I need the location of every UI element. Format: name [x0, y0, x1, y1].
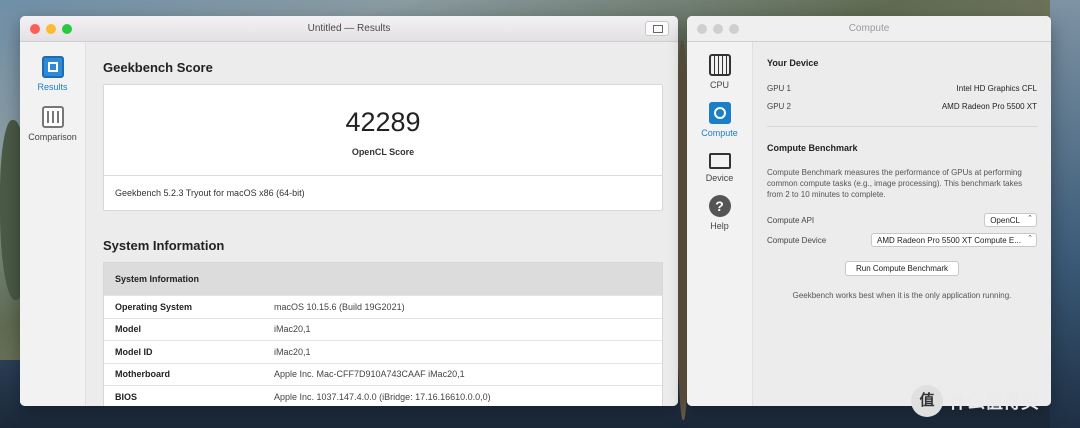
- row-value: Apple Inc. Mac-CFF7D910A743CAAF iMac20,1: [274, 369, 465, 380]
- compute-main: Your Device GPU 1 Intel HD Graphics CFL …: [753, 42, 1051, 406]
- comparison-icon: [41, 106, 64, 128]
- row-key: Operating System: [115, 301, 193, 312]
- results-sidebar: Results Comparison: [20, 42, 86, 406]
- compute-api-select[interactable]: OpenCL: [984, 213, 1037, 227]
- gpu1-label: GPU 1: [767, 84, 792, 93]
- sysinfo-table: System Information Operating System macO…: [103, 262, 663, 406]
- compute-device-select[interactable]: AMD Radeon Pro 5500 XT Compute E...: [871, 233, 1037, 247]
- traffic-lights: [30, 24, 72, 34]
- divider: [104, 175, 662, 176]
- sysinfo-section-title: System Information: [103, 238, 225, 253]
- table-row: Model ID iMac20,1: [104, 340, 662, 363]
- watermark: 值 什么值得买: [911, 385, 1039, 417]
- opencl-score-label: OpenCL Score: [351, 147, 415, 157]
- share-button[interactable]: [645, 21, 669, 36]
- compute-icon: [708, 102, 731, 124]
- benchmark-heading: Compute Benchmark: [767, 143, 858, 153]
- compute-api-label: Compute API: [767, 216, 815, 225]
- close-button[interactable]: [697, 24, 707, 34]
- zoom-button[interactable]: [729, 24, 739, 34]
- opencl-score-value: 42289: [345, 107, 421, 137]
- sidebar-item-label: Compute: [701, 128, 738, 138]
- compute-api-value: OpenCL: [990, 216, 1020, 225]
- row-key: Model: [115, 324, 141, 335]
- sidebar-item-label: Results: [37, 82, 68, 92]
- minimize-button[interactable]: [713, 24, 723, 34]
- sidebar-item-label: Help: [710, 221, 729, 231]
- status-note: Geekbench works best when it is the only…: [792, 291, 1012, 300]
- watermark-text: 什么值得买: [949, 392, 1039, 412]
- results-window: Untitled — Results Results Comparison Ge…: [20, 16, 678, 406]
- device-icon: [708, 153, 731, 169]
- benchmark-description: Compute Benchmark measures the performan…: [767, 168, 1023, 199]
- row-key: Model ID: [115, 346, 153, 357]
- window-title: Compute: [848, 23, 890, 34]
- sidebar-item-compute[interactable]: Compute: [687, 102, 752, 138]
- sidebar-item-cpu[interactable]: CPU: [687, 54, 752, 90]
- row-value: iMac20,1: [274, 346, 311, 357]
- sidebar-item-device[interactable]: Device: [687, 150, 752, 183]
- score-card: 42289 OpenCL Score Geekbench 5.2.3 Tryou…: [103, 84, 663, 211]
- gpu2-label: GPU 2: [767, 102, 792, 111]
- sidebar-item-results[interactable]: Results: [20, 56, 85, 92]
- row-value: Apple Inc. 1037.147.4.0.0 (iBridge: 17.1…: [274, 391, 491, 402]
- cpu-icon: [708, 54, 731, 76]
- traffic-lights: [697, 24, 739, 34]
- gpu1-row: GPU 1 Intel HD Graphics CFL: [767, 84, 1037, 93]
- sidebar-item-comparison[interactable]: Comparison: [20, 106, 85, 142]
- row-value: macOS 10.15.6 (Build 19G2021): [274, 301, 405, 312]
- compute-device-value: AMD Radeon Pro 5500 XT Compute E...: [877, 236, 1021, 245]
- compute-window: Compute CPU Compute Device ? Help Your D…: [687, 16, 1051, 406]
- table-row: Motherboard Apple Inc. Mac-CFF7D910A743C…: [104, 362, 662, 386]
- close-button[interactable]: [30, 24, 40, 34]
- gpu1-value: Intel HD Graphics CFL: [956, 84, 1037, 93]
- results-titlebar[interactable]: Untitled — Results: [20, 16, 678, 42]
- your-device-heading: Your Device: [767, 58, 819, 68]
- table-header: System Information: [104, 263, 662, 295]
- row-key: Motherboard: [115, 369, 170, 380]
- zoom-button[interactable]: [62, 24, 72, 34]
- results-main[interactable]: Geekbench Score 42289 OpenCL Score Geekb…: [86, 42, 678, 406]
- run-compute-benchmark-button[interactable]: Run Compute Benchmark: [845, 261, 959, 276]
- row-key: BIOS: [115, 391, 138, 402]
- gpu2-row: GPU 2 AMD Radeon Pro 5500 XT: [767, 102, 1037, 111]
- version-note: Geekbench 5.2.3 Tryout for macOS x86 (64…: [115, 188, 305, 198]
- gpu2-value: AMD Radeon Pro 5500 XT: [941, 102, 1037, 111]
- divider: [767, 126, 1037, 127]
- row-value: iMac20,1: [274, 324, 311, 335]
- minimize-button[interactable]: [46, 24, 56, 34]
- score-section-title: Geekbench Score: [103, 60, 213, 75]
- watermark-logo: 值: [911, 385, 943, 417]
- help-icon: ?: [708, 195, 731, 217]
- table-row: Operating System macOS 10.15.6 (Build 19…: [104, 295, 662, 318]
- compute-titlebar[interactable]: Compute: [687, 16, 1051, 42]
- table-row: Model iMac20,1: [104, 317, 662, 341]
- results-icon: [41, 56, 64, 78]
- sidebar-item-help[interactable]: ? Help: [687, 195, 752, 231]
- window-title: Untitled — Results: [307, 23, 391, 34]
- compute-device-label: Compute Device: [767, 236, 827, 245]
- desktop-sky: [1050, 0, 1080, 428]
- table-row: BIOS Apple Inc. 1037.147.4.0.0 (iBridge:…: [104, 385, 662, 406]
- compute-sidebar: CPU Compute Device ? Help: [687, 42, 753, 406]
- sidebar-item-label: CPU: [709, 80, 729, 90]
- sidebar-item-label: Comparison: [28, 132, 77, 142]
- sidebar-item-label: Device: [705, 173, 734, 183]
